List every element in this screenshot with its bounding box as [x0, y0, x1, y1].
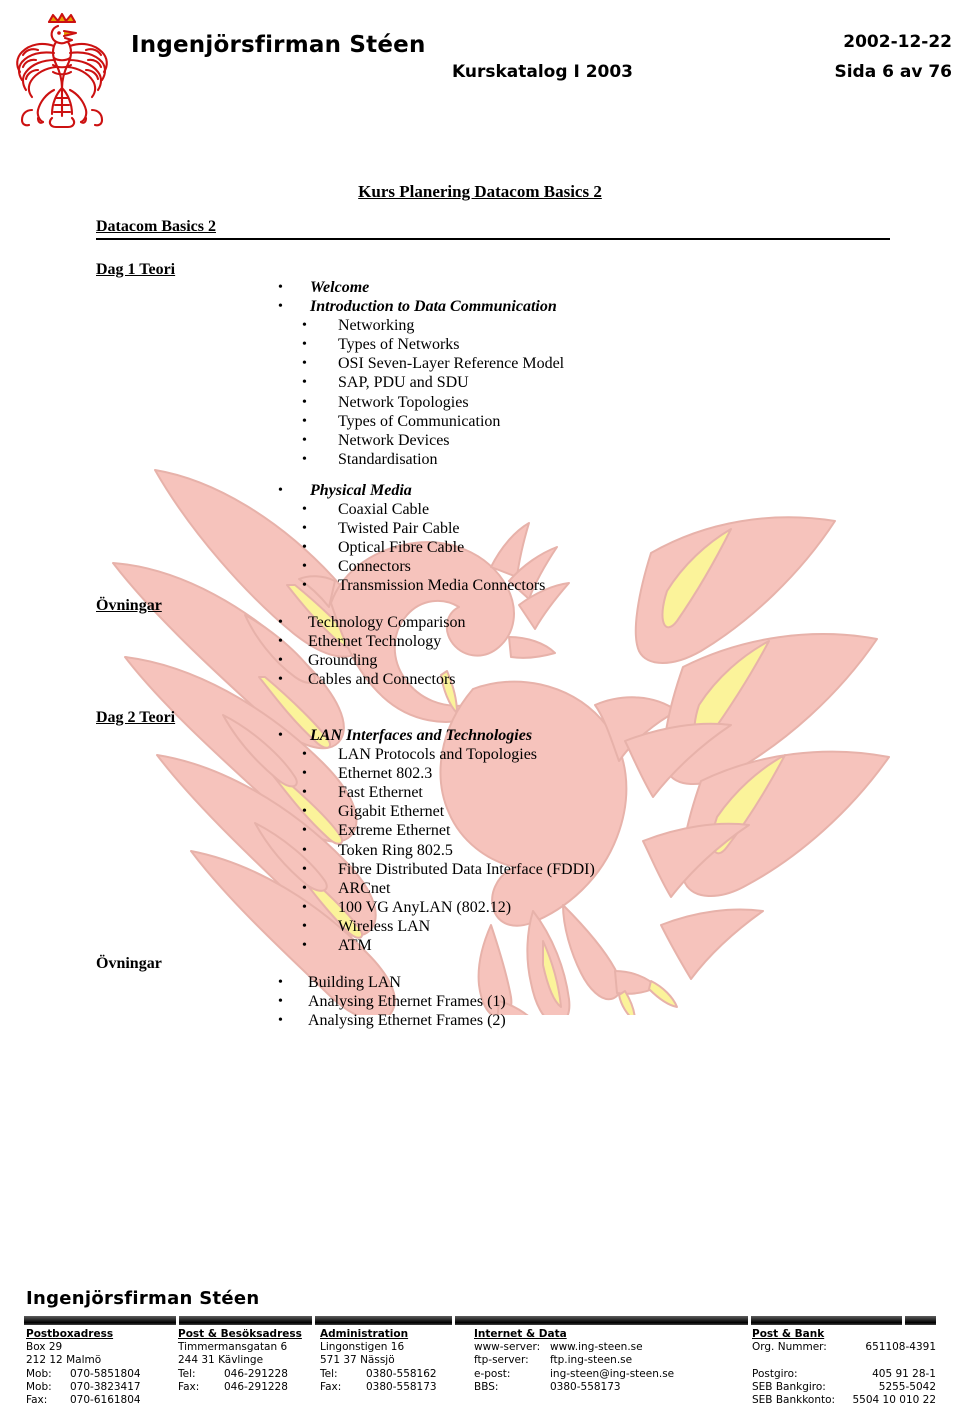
footer-row: BBS: 0380-558173 [474, 1380, 621, 1393]
course-heading-row: Datacom Basics 2 [96, 218, 896, 236]
list-item: Physical Media [262, 481, 545, 500]
list-item: Types of Networks [262, 335, 564, 354]
list-item: ARCnet [262, 879, 595, 898]
list-item: Fibre Distributed Data Interface (FDDI) [262, 860, 595, 879]
list-item: Types of Communication [262, 412, 564, 431]
footer-row: e-post: ing-steen@ing-steen.se [474, 1367, 675, 1380]
footer-row: 212 12 Malmö [26, 1354, 102, 1367]
list-item: 100 VG AnyLAN (802.12) [262, 898, 595, 917]
bullet-list-ovningar-1: Technology Comparison Ethernet Technolog… [262, 613, 466, 689]
list-item: Token Ring 802.5 [262, 841, 595, 860]
course-heading-rule [96, 238, 890, 240]
footer-row: Lingonstigen 16 [320, 1341, 405, 1353]
list-item: Technology Comparison [262, 613, 466, 632]
list-item: Connectors [262, 557, 545, 576]
list-item: Wireless LAN [262, 917, 595, 936]
bullet-list-dag1-intro: Welcome Introduction to Data Communicati… [262, 278, 564, 469]
list-item: Grounding [262, 651, 466, 670]
page-title: Kurs Planering Datacom Basics 2 [358, 182, 602, 201]
section-label-dag-2-teori: Dag 2 Teori [96, 709, 176, 726]
footer-row: 244 31 Kävlinge [178, 1354, 264, 1367]
footer-column-heading: Internet & Data [474, 1328, 567, 1340]
footer-column-heading: Administration [320, 1328, 409, 1340]
list-item: OSI Seven-Layer Reference Model [262, 354, 564, 373]
list-item: Fast Ethernet [262, 783, 595, 802]
footer-column-heading: Post & Bank [752, 1328, 825, 1340]
footer-row: Mob: 070-5851804 [26, 1367, 141, 1380]
list-item: Building LAN [262, 973, 506, 992]
list-item: LAN Interfaces and Technologies [262, 726, 595, 745]
list-item: Networking [262, 316, 564, 335]
list-item: Network Topologies [262, 393, 564, 412]
footer-row: 571 37 Nässjö [320, 1354, 395, 1367]
footer-row: Fax: 0380-558173 [320, 1380, 437, 1393]
footer-column-administration: Administration Lingonstigen 16 571 37 Nä… [320, 1328, 460, 1394]
bullet-list-ovningar-2: Building LAN Analysing Ethernet Frames (… [262, 973, 506, 1030]
list-item: Ethernet Technology [262, 632, 466, 651]
footer-row: ftp-server: ftp.ing-steen.se [474, 1354, 633, 1367]
section-label-dag-1-teori: Dag 1 Teori [96, 261, 176, 278]
list-item: Optical Fibre Cable [262, 538, 545, 557]
list-item: Introduction to Data Communication [262, 297, 564, 316]
footer-row: Mob: 070-3823417 [26, 1380, 141, 1393]
section-label-ovningar-2: Övningar [96, 955, 162, 972]
list-item: Cables and Connectors [262, 670, 466, 689]
list-item: Transmission Media Connectors [262, 576, 545, 595]
document-body: Kurs Planering Datacom Basics 2 Datacom … [0, 0, 960, 1270]
footer-column-post-bank: Post & Bank Org. Nummer: 651108-4391 Post… [752, 1328, 936, 1407]
footer-row: Org. Nummer: 651108-4391 [752, 1341, 936, 1353]
footer-row: Fax: 046-291228 [178, 1380, 288, 1393]
footer-row: Box 29 [26, 1341, 63, 1353]
page-footer: Ingenjörsfirman Stéen Postboxadress Box … [0, 1288, 960, 1406]
footer-column-internet-data: Internet & Data www-server: www.ing-steen… [474, 1328, 744, 1394]
list-item: Extreme Ethernet [262, 821, 595, 840]
section-label-ovningar-1: Övningar [96, 597, 162, 614]
footer-column-heading: Post & Besöksadress [178, 1328, 302, 1340]
footer-row: SEB Bankgiro: 5255-5042 [752, 1380, 936, 1393]
course-heading: Datacom Basics 2 [96, 218, 216, 235]
footer-row: Timmermansgatan 6 [178, 1341, 288, 1353]
list-item: Gigabit Ethernet [262, 802, 595, 821]
list-item: Standardisation [262, 450, 564, 469]
list-item: Network Devices [262, 431, 564, 450]
footer-column-besoksadress: Post & Besöksadress Timmermansgatan 6 24… [178, 1328, 320, 1394]
list-item: Analysing Ethernet Frames (1) [262, 992, 506, 1011]
list-item: Coaxial Cable [262, 500, 545, 519]
list-item: SAP, PDU and SDU [262, 373, 564, 392]
footer-row: Tel: 0380-558162 [320, 1367, 437, 1380]
footer-separator-bar [24, 1316, 936, 1325]
list-item: ATM [262, 936, 595, 955]
footer-row: Tel: 046-291228 [178, 1367, 288, 1380]
list-item: LAN Protocols and Topologies [262, 745, 595, 764]
list-item: Analysing Ethernet Frames (2) [262, 1011, 506, 1030]
footer-column-postboxadress: Postboxadress Box 29 212 12 Malmö Mob: 07… [26, 1328, 176, 1407]
footer-company-name: Ingenjörsfirman Stéen [26, 1288, 260, 1309]
bullet-list-dag2-lan: LAN Interfaces and Technologies LAN Prot… [262, 726, 595, 955]
footer-row: SEB Bankkonto: 5504 10 010 22 [752, 1394, 936, 1407]
list-item: Twisted Pair Cable [262, 519, 545, 538]
footer-column-heading: Postboxadress [26, 1328, 114, 1340]
list-item: Welcome [262, 278, 564, 297]
footer-row: www-server: www.ing-steen.se [474, 1341, 643, 1353]
footer-row: Postgiro: 405 91 28-1 [752, 1367, 936, 1380]
footer-row: Fax: 070-6161804 [26, 1394, 141, 1407]
bullet-list-physical-media: Physical Media Coaxial Cable Twisted Pai… [262, 481, 545, 596]
list-item: Ethernet 802.3 [262, 764, 595, 783]
